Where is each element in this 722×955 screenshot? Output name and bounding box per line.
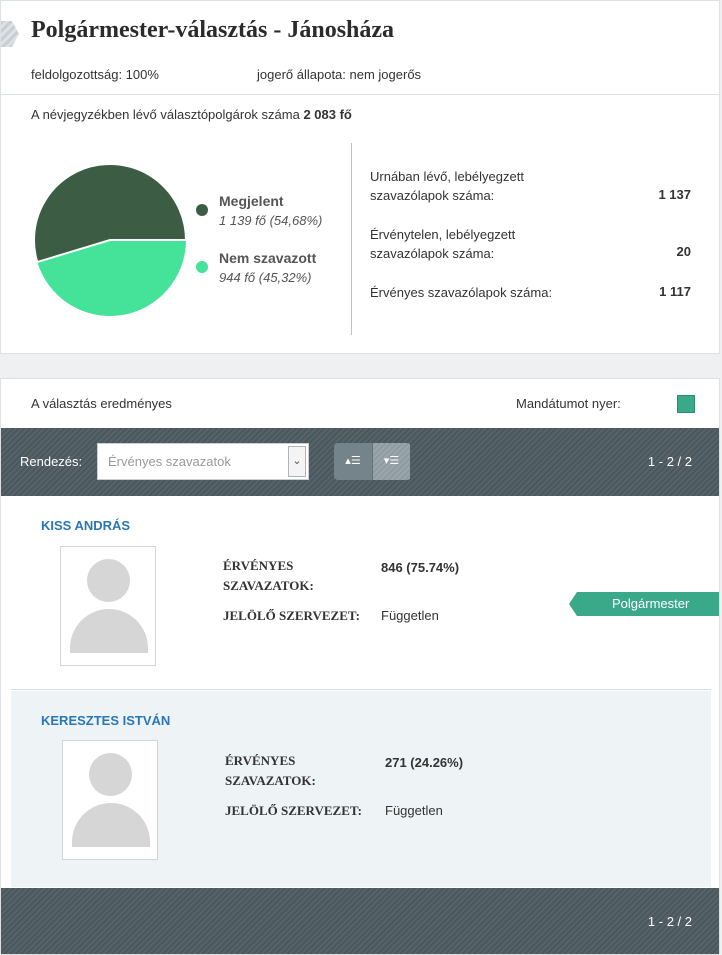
sort-descending-button[interactable]: ▾☰ (372, 443, 410, 480)
sort-ascending-button[interactable]: ▴☰ (334, 443, 372, 480)
candidate-card: KERESZTES ISTVÁN ÉRVÉNYES SZAVAZATOK: 27… (11, 691, 711, 887)
stat-ballots-in-urn-label: Urnában lévő, lebélyegzett szavazólapok … (370, 169, 524, 203)
legend-appeared-label: Megjelent (219, 193, 284, 209)
election-summary-card: Polgármester-választás - Jánosháza feldo… (0, 0, 720, 354)
page-title: Polgármester-választás - Jánosháza (31, 17, 395, 43)
avatar-head-icon (87, 559, 130, 602)
stat-valid-ballots-label: Érvényes szavazólapok száma: (370, 285, 553, 300)
nominating-org-value: Független (385, 803, 443, 818)
nominating-org-label: JELÖLŐ SZERVEZET: (223, 608, 360, 623)
nominating-org-label: JELÖLŐ SZERVEZET: (225, 803, 362, 818)
sort-direction-group: ▴☰ ▾☰ (334, 443, 411, 480)
chevron-down-icon[interactable]: ⌄ (288, 446, 306, 477)
sort-label: Rendezés: (20, 454, 83, 469)
registered-voters: A névjegyzékben lévő választópolgárok sz… (31, 107, 352, 122)
processed-status: feldolgozottság: 100% (31, 67, 159, 82)
nominating-org-value: Független (381, 608, 439, 623)
legend-appeared-value: 1 139 fő (54,68%) (219, 213, 323, 228)
turnout-pie-chart (33, 163, 187, 317)
legend-not-voted-label: Nem szavazott (219, 250, 317, 266)
legend-dot-appeared (196, 204, 208, 216)
results-card: A választás eredményes Mandátumot nyer: … (0, 378, 720, 955)
sort-ascending-icon: ▴☰ (345, 455, 361, 467)
valid-votes-label: ÉRVÉNYES SZAVAZATOK: (223, 558, 314, 593)
pagination-info: 1 - 2 / 2 (647, 454, 692, 469)
sort-select[interactable]: Érvényes szavazatok ⌄ (97, 443, 309, 480)
candidate-photo-placeholder (60, 546, 156, 666)
title-tab-decoration (1, 21, 19, 47)
stat-valid-ballots-value: 1 117 (659, 284, 691, 299)
avatar-body-icon (72, 803, 150, 847)
sort-descending-icon: ▾☰ (383, 455, 400, 467)
candidate-name[interactable]: KISS ANDRÁS (41, 518, 130, 533)
sort-toolbar: Rendezés: Érvényes szavazatok ⌄ ▴☰ ▾☰ 1 … (1, 428, 719, 496)
registered-voters-label: A névjegyzékben lévő választópolgárok sz… (31, 107, 300, 122)
mandate-badge: Polgármester (569, 592, 719, 616)
valid-votes-value: 271 (24.26%) (385, 755, 464, 770)
legend-dot-not-voted (196, 261, 208, 273)
registered-voters-count: 2 083 fő (303, 107, 352, 122)
stat-invalid-ballots-label: Érvénytelen, lebélyegzett szavazólapok s… (370, 227, 516, 261)
stat-invalid-ballots-value: 20 (676, 244, 691, 259)
result-status: A választás eredményes (31, 396, 172, 411)
stat-ballots-in-urn-value: 1 137 (658, 187, 691, 202)
title-bar: Polgármester-választás - Jánosháza (1, 13, 719, 55)
avatar-body-icon (70, 609, 148, 653)
mandate-legend-swatch (677, 395, 695, 413)
footer-toolbar: 1 - 2 / 2 (1, 888, 719, 954)
vertical-divider (351, 143, 352, 335)
legend-not-voted-value: 944 fő (45,32%) (219, 270, 312, 285)
pagination-info: 1 - 2 / 2 (647, 914, 692, 929)
candidate-name[interactable]: KERESZTES ISTVÁN (41, 713, 170, 728)
legal-status: jogerő állapota: nem jogerős (257, 67, 422, 82)
valid-votes-label: ÉRVÉNYES SZAVAZATOK: (225, 753, 316, 788)
mandate-legend-label: Mandátumot nyer: (516, 396, 621, 411)
divider (1, 94, 719, 95)
sort-select-value: Érvényes szavazatok (108, 454, 231, 469)
candidate-photo-placeholder (62, 740, 158, 860)
avatar-head-icon (89, 753, 132, 796)
valid-votes-value: 846 (75.74%) (381, 560, 460, 575)
